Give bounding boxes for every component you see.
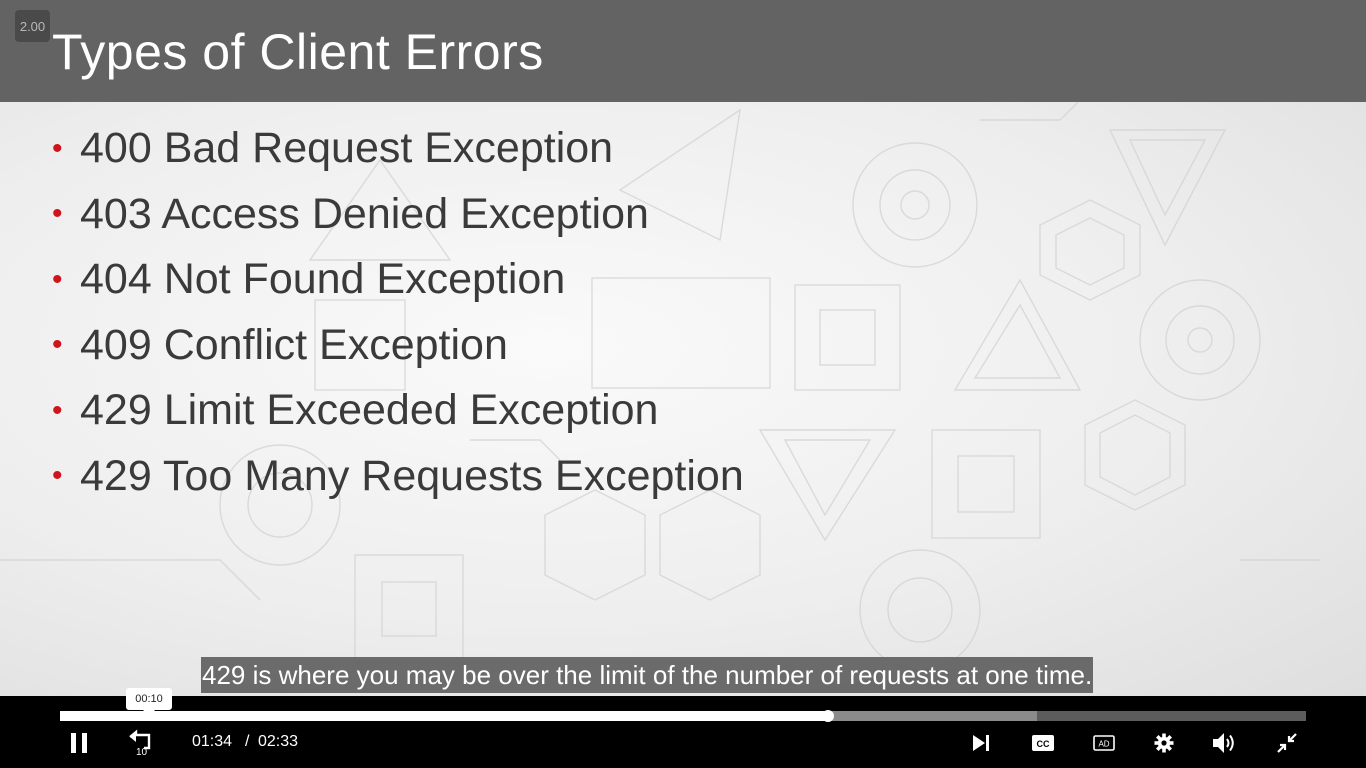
audio-description-button[interactable]: AD	[1084, 727, 1124, 759]
time-separator: /	[245, 733, 250, 750]
pause-icon	[71, 733, 87, 753]
settings-button[interactable]	[1144, 727, 1184, 759]
closed-captions-icon: CC	[1032, 735, 1054, 751]
exit-fullscreen-icon	[1277, 733, 1297, 753]
bullet-icon: •	[52, 328, 63, 362]
audio-description-label: AD	[1098, 740, 1109, 749]
bullet-text: 429 Too Many Requests Exception	[80, 451, 744, 500]
volume-button[interactable]	[1205, 727, 1245, 759]
audio-description-icon: AD	[1093, 735, 1115, 751]
bullet-item: • 429 Limit Exceeded Exception	[52, 378, 744, 444]
seek-handle[interactable]	[821, 710, 834, 722]
bullet-text: 400 Bad Request Exception	[80, 124, 614, 173]
bullet-list: • 400 Bad Request Exception • 403 Access D…	[52, 116, 744, 509]
volume-icon	[1213, 733, 1234, 753]
bullet-text: 429 Limit Exceeded Exception	[80, 386, 659, 435]
current-time: 01:34	[192, 733, 233, 750]
seek-hover-tooltip: 00:10	[126, 688, 172, 716]
bullet-item: • 404 Not Found Exception	[52, 247, 744, 313]
next-button[interactable]	[961, 727, 1001, 759]
bullet-item: • 403 Access Denied Exception	[52, 182, 744, 248]
exit-fullscreen-button[interactable]	[1267, 727, 1307, 759]
slide-title: Types of Client Errors	[52, 24, 544, 80]
pause-button[interactable]	[59, 727, 99, 759]
bullet-icon: •	[52, 393, 63, 427]
captions-button[interactable]: CC	[1023, 727, 1063, 759]
bullet-text: 409 Conflict Exception	[80, 320, 508, 369]
skip-next-icon	[973, 735, 989, 751]
played-progress	[60, 711, 828, 721]
bullet-icon: •	[52, 131, 63, 165]
slide: Types of Client Errors • 400 Bad Request …	[0, 0, 1366, 696]
bullet-item: • 429 Too Many Requests Exception	[52, 444, 744, 510]
rewind-amount: 10	[136, 747, 148, 757]
control-bar: 10 01:34 / 02:33 CC AD	[0, 696, 1366, 768]
video-player: Types of Client Errors • 400 Bad Request …	[0, 0, 1366, 768]
bullet-item: • 400 Bad Request Exception	[52, 116, 744, 182]
bullet-item: • 409 Conflict Exception	[52, 313, 744, 379]
seek-bar[interactable]	[60, 710, 1306, 722]
subtitle-caption: 429 is where you may be over the limit o…	[201, 657, 1094, 693]
playback-speed-button[interactable]: 2.00	[15, 10, 50, 42]
rewind-10-button[interactable]: 10	[121, 727, 161, 759]
gear-icon	[1154, 733, 1174, 753]
bullet-icon: •	[52, 459, 63, 493]
total-time: 02:33	[258, 733, 299, 750]
bullet-text: 404 Not Found Exception	[80, 255, 566, 304]
bullet-icon: •	[52, 197, 63, 231]
bullet-text: 403 Access Denied Exception	[80, 189, 649, 238]
bullet-icon: •	[52, 262, 63, 296]
rewind-10-icon: 10	[129, 729, 151, 757]
captions-label: CC	[1037, 739, 1050, 749]
